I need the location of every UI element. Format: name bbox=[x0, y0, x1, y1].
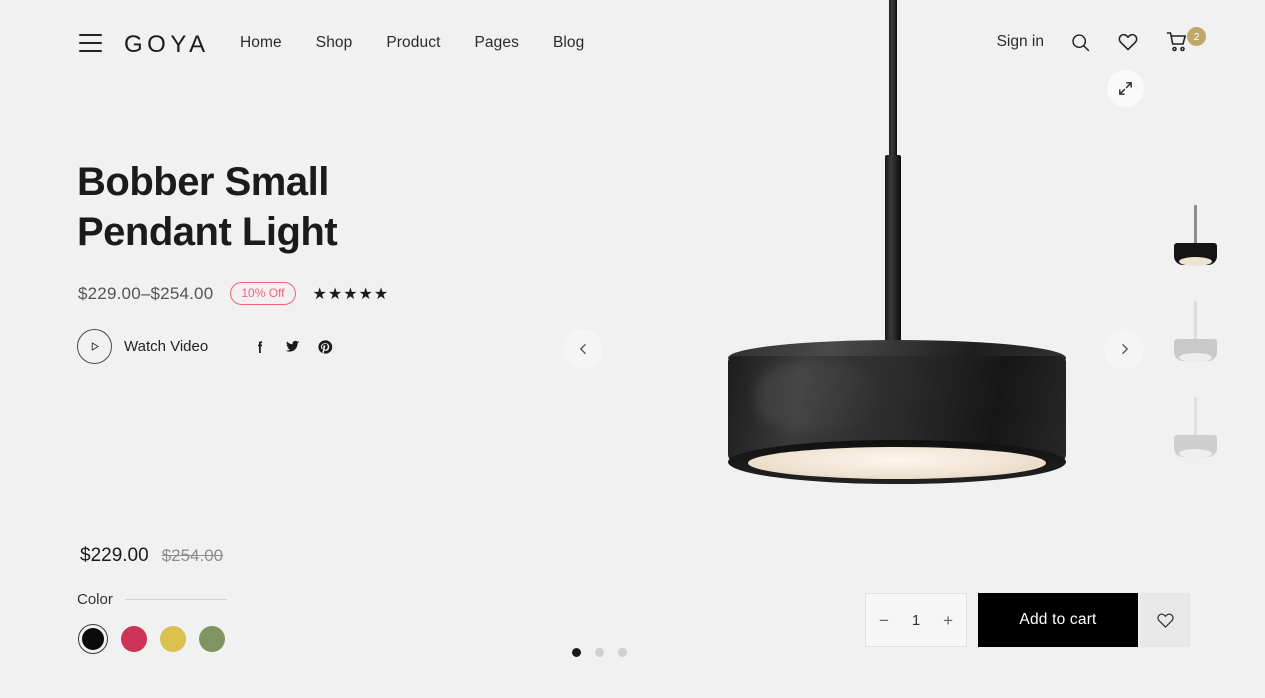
thumb-cord bbox=[1194, 397, 1197, 439]
color-section-header: Color bbox=[77, 591, 227, 608]
pendant-stem bbox=[885, 155, 901, 355]
thumb-cord bbox=[1194, 301, 1197, 343]
gallery-dots bbox=[572, 648, 627, 657]
page-title: Bobber Small Pendant Light bbox=[77, 158, 497, 257]
color-swatches bbox=[78, 624, 225, 654]
price-summary: $229.00–$254.00 10% Off ★★★★★ bbox=[78, 282, 389, 305]
nav-item-pages[interactable]: Pages bbox=[474, 34, 518, 52]
menu-icon[interactable] bbox=[79, 34, 102, 52]
color-swatch-crimson[interactable] bbox=[121, 626, 147, 652]
product-page: GOYA Home Shop Product Pages Blog Sign i… bbox=[0, 0, 1265, 698]
chevron-right-icon bbox=[1121, 344, 1128, 354]
cart-button[interactable]: 2 bbox=[1165, 27, 1206, 54]
sale-price: $229.00 bbox=[80, 545, 149, 566]
thumbnail-item[interactable] bbox=[1170, 397, 1220, 465]
original-price: $254.00 bbox=[161, 546, 224, 565]
search-icon[interactable] bbox=[1070, 32, 1091, 53]
color-swatch-black[interactable] bbox=[78, 624, 108, 654]
menu-bar bbox=[79, 50, 102, 52]
gallery-dot[interactable] bbox=[595, 648, 604, 657]
media-actions: Watch Video bbox=[77, 329, 333, 364]
sign-in-link[interactable]: Sign in bbox=[997, 33, 1044, 51]
quantity-decrease-button[interactable]: − bbox=[879, 612, 889, 629]
site-logo[interactable]: GOYA bbox=[124, 31, 210, 59]
price-range: $229.00–$254.00 bbox=[78, 283, 214, 303]
facebook-icon[interactable] bbox=[252, 339, 268, 355]
product-title-line-1: Bobber Small bbox=[77, 160, 329, 204]
add-to-cart-button[interactable]: Add to cart bbox=[978, 593, 1138, 647]
quantity-increase-button[interactable]: + bbox=[943, 612, 953, 629]
menu-bar bbox=[79, 34, 102, 36]
color-label: Color bbox=[77, 591, 113, 608]
nav-item-shop[interactable]: Shop bbox=[316, 34, 353, 52]
watch-video-label[interactable]: Watch Video bbox=[124, 338, 208, 355]
wishlist-icon[interactable] bbox=[1117, 31, 1139, 53]
thumbnail-strip bbox=[1170, 205, 1220, 465]
pendant-highlight bbox=[756, 362, 876, 432]
rating-stars: ★★★★★ bbox=[312, 285, 390, 303]
thumbnail-item[interactable] bbox=[1170, 205, 1220, 273]
color-swatch-olive[interactable] bbox=[199, 626, 225, 652]
gallery-dot[interactable] bbox=[618, 648, 627, 657]
current-price-row: $229.00 $254.00 bbox=[80, 545, 223, 567]
color-swatch-gold[interactable] bbox=[160, 626, 186, 652]
thumb-cord bbox=[1194, 205, 1197, 247]
quantity-stepper[interactable]: − 1 + bbox=[865, 593, 967, 647]
thumbnail-item[interactable] bbox=[1170, 301, 1220, 369]
nav-item-blog[interactable]: Blog bbox=[553, 34, 584, 52]
thumb-glow bbox=[1179, 353, 1212, 362]
site-header: GOYA Home Shop Product Pages Blog Sign i… bbox=[0, 0, 1265, 90]
main-navigation: Home Shop Product Pages Blog bbox=[240, 34, 584, 52]
pinterest-icon[interactable] bbox=[317, 339, 333, 355]
chevron-left-icon bbox=[579, 344, 586, 354]
play-icon[interactable] bbox=[77, 329, 112, 364]
pendant-diffuser bbox=[748, 447, 1046, 479]
gallery-dot[interactable] bbox=[572, 648, 581, 657]
add-to-wishlist-button[interactable] bbox=[1140, 593, 1190, 647]
menu-bar bbox=[79, 42, 102, 44]
heart-icon bbox=[1156, 613, 1174, 628]
nav-item-home[interactable]: Home bbox=[240, 34, 282, 52]
gallery-prev-button[interactable] bbox=[563, 329, 603, 369]
discount-badge: 10% Off bbox=[230, 282, 296, 305]
quantity-value: 1 bbox=[911, 611, 921, 629]
divider bbox=[124, 599, 227, 600]
twitter-icon[interactable] bbox=[284, 338, 301, 355]
thumb-glow bbox=[1179, 257, 1212, 266]
header-actions: Sign in 2 bbox=[997, 27, 1206, 54]
swatch-fill bbox=[82, 628, 104, 650]
product-title-line-2: Pendant Light bbox=[77, 209, 338, 254]
cart-count-badge: 2 bbox=[1187, 27, 1206, 46]
thumb-glow bbox=[1179, 449, 1212, 458]
nav-item-product[interactable]: Product bbox=[386, 34, 440, 52]
social-share bbox=[252, 338, 333, 355]
gallery-next-button[interactable] bbox=[1104, 329, 1144, 369]
